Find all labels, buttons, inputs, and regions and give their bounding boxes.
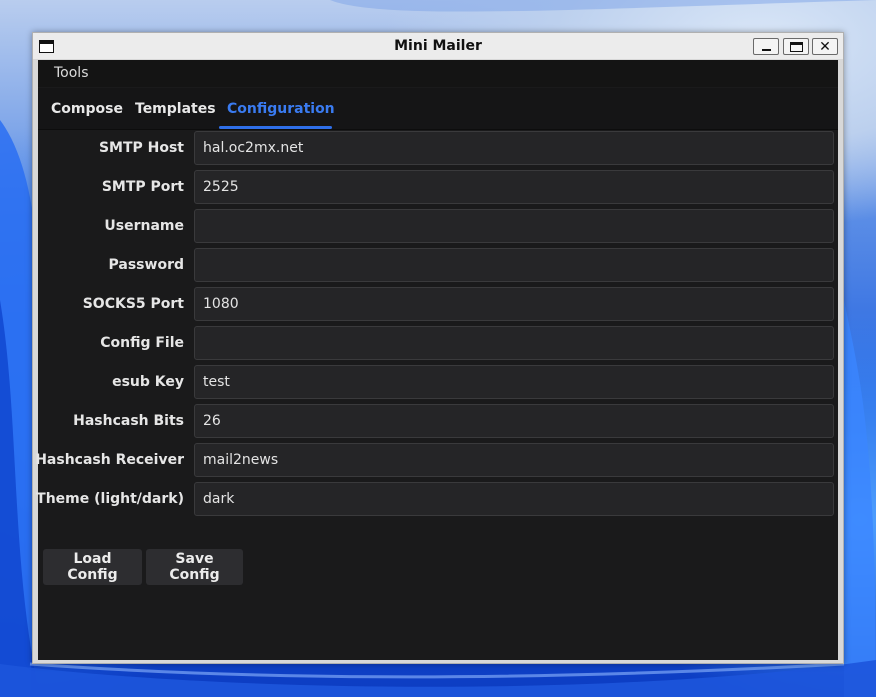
hashcash-receiver-label: Hashcash Receiver: [35, 452, 184, 468]
maximize-button[interactable]: [783, 38, 809, 55]
title-bar[interactable]: Mini Mailer ✕: [33, 33, 843, 59]
save-config-button[interactable]: Save Config: [146, 549, 243, 585]
app-window: Mini Mailer ✕ Tools Compose Templates Co…: [32, 32, 844, 664]
row-smtp-host: SMTP Host: [38, 131, 838, 165]
theme-input[interactable]: [194, 482, 834, 516]
minimize-button[interactable]: [753, 38, 779, 55]
smtp-port-label: SMTP Port: [101, 179, 184, 195]
socks5-port-label: SOCKS5 Port: [82, 296, 184, 312]
window-title: Mini Mailer: [394, 38, 482, 54]
tab-templates[interactable]: Templates: [135, 101, 216, 117]
close-icon: ✕: [819, 38, 831, 55]
config-file-label: Config File: [100, 335, 184, 351]
hashcash-bits-input[interactable]: [194, 404, 834, 438]
socks5-port-input[interactable]: [194, 287, 834, 321]
row-hashcash-receiver: Hashcash Receiver: [35, 443, 838, 477]
row-username: Username: [38, 209, 838, 243]
hashcash-receiver-input[interactable]: [194, 443, 834, 477]
hashcash-bits-label: Hashcash Bits: [73, 413, 184, 429]
row-password: Password: [38, 248, 838, 282]
row-esub-key: esub Key: [38, 365, 838, 399]
close-button[interactable]: ✕: [812, 38, 838, 55]
row-config-file: Config File: [38, 326, 838, 360]
password-input[interactable]: [194, 248, 834, 282]
row-socks5-port: SOCKS5 Port: [38, 287, 838, 321]
row-theme: Theme (light/dark): [36, 482, 838, 516]
tab-configuration[interactable]: Configuration: [227, 101, 335, 117]
menu-tools[interactable]: Tools: [54, 65, 89, 81]
load-config-button[interactable]: Load Config: [43, 549, 142, 585]
minimize-icon: [761, 48, 771, 51]
username-input[interactable]: [194, 209, 834, 243]
maximize-icon: [789, 41, 803, 52]
esub-key-input[interactable]: [194, 365, 834, 399]
smtp-host-label: SMTP Host: [98, 140, 184, 156]
menu-bar: Tools: [38, 60, 838, 87]
tab-bar: Compose Templates Configuration: [38, 88, 838, 130]
theme-label: Theme (light/dark): [36, 491, 184, 507]
username-label: Username: [104, 218, 184, 234]
row-hashcash-bits: Hashcash Bits: [38, 404, 838, 438]
row-smtp-port: SMTP Port: [38, 170, 838, 204]
smtp-port-input[interactable]: [194, 170, 834, 204]
config-file-input[interactable]: [194, 326, 834, 360]
smtp-host-input[interactable]: [194, 131, 834, 165]
window-client-area: Tools Compose Templates Configuration SM…: [35, 60, 838, 660]
tab-compose[interactable]: Compose: [51, 101, 123, 117]
active-tab-indicator: [219, 126, 332, 129]
esub-key-label: esub Key: [112, 374, 184, 390]
password-label: Password: [108, 257, 184, 273]
